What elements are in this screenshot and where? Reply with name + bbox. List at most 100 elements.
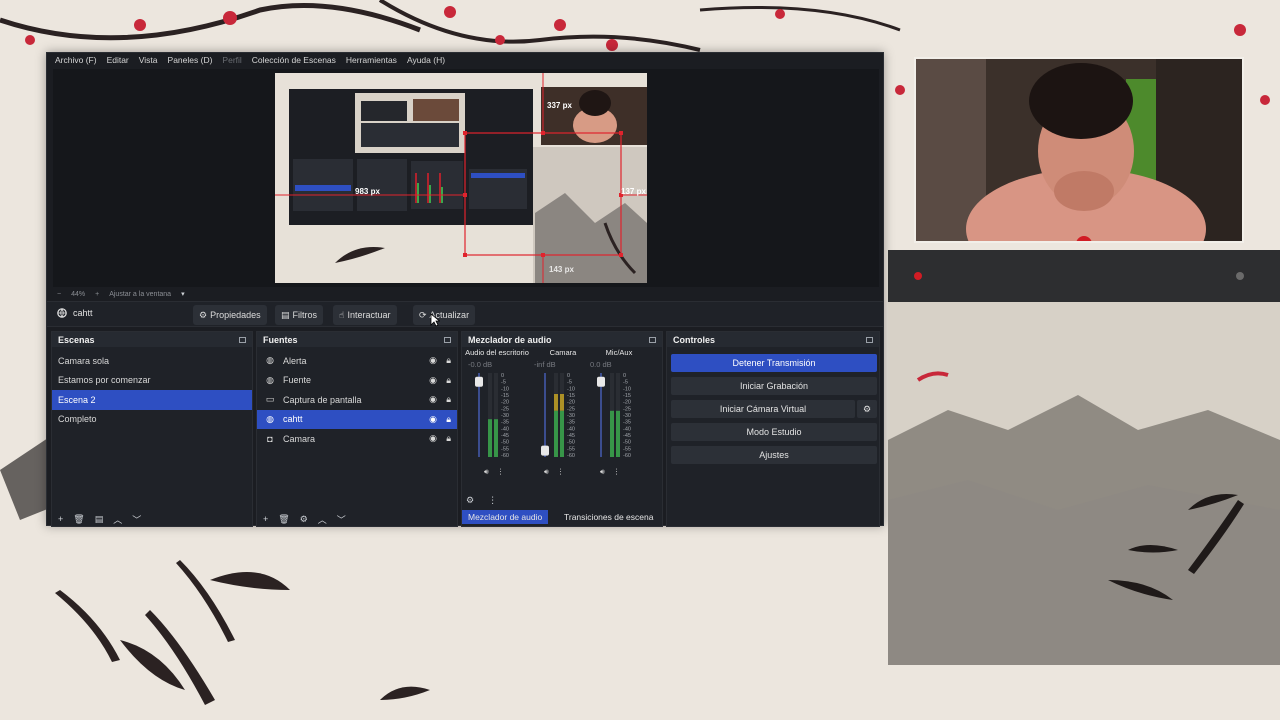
trash-icon[interactable]: 🗑 [278, 514, 289, 525]
meter-scale-label: 0 [567, 373, 570, 379]
scene-item-selected[interactable]: Escena 2 [52, 390, 252, 410]
more-options-icon[interactable]: ⋮ [497, 467, 505, 477]
undock-icon[interactable] [239, 336, 246, 343]
scene-item[interactable]: Camara sola [52, 351, 252, 371]
menu-editar[interactable]: Editar [107, 55, 129, 65]
mouse-cursor-icon [430, 313, 440, 327]
scene-item[interactable]: Completo [52, 410, 252, 430]
undock-icon[interactable] [649, 336, 656, 343]
eye-icon[interactable]: ◉ [429, 414, 437, 425]
menu-vista[interactable]: Vista [139, 55, 158, 65]
volume-meter[interactable]: 0-5-10-15-20-25-30-35-40-45-50-55-60 [586, 369, 652, 461]
source-item[interactable]: ◍ Alerta ◉ 🔒︎ [257, 351, 457, 371]
meter-scale-label: -25 [567, 406, 575, 412]
menu-archivo[interactable]: Archivo (F) [55, 55, 97, 65]
start-virtual-camera-button[interactable]: Iniciar Cámara Virtual [671, 400, 855, 418]
meter-scale-label: 0 [623, 373, 626, 379]
studio-mode-button[interactable]: Modo Estudio [671, 423, 877, 441]
source-toolbar: cahtt ⚙ Propiedades ▤ Filtros ☝ Interact… [47, 301, 883, 327]
sources-header: Fuentes [257, 332, 457, 347]
filters-button[interactable]: ▤ Filtros [275, 305, 324, 325]
meter-scale-label: -60 [501, 453, 509, 459]
tab-scene-transitions[interactable]: Transiciones de escena [558, 510, 659, 524]
zoom-dropdown-icon[interactable]: ▾ [181, 290, 185, 298]
add-icon[interactable]: + [58, 514, 63, 524]
channel-name: Mic/Aux [605, 348, 633, 357]
gear-icon[interactable]: ⚙ [300, 514, 308, 525]
zoom-in-button[interactable]: + [95, 291, 99, 298]
meter-scale-label: -60 [623, 453, 631, 459]
fit-to-window-button[interactable]: Ajustar a la ventana [109, 291, 171, 298]
lock-icon[interactable]: 🔒︎ [446, 375, 451, 386]
add-icon[interactable]: + [263, 514, 268, 524]
browser-icon: ◍ [266, 374, 274, 385]
more-options-icon[interactable]: ⋮ [557, 467, 565, 477]
source-item[interactable]: ◘ Camara ◉ 🔒︎ [257, 429, 457, 449]
speaker-icon[interactable]: 🔊︎ [484, 467, 489, 477]
lock-icon[interactable]: 🔒︎ [446, 414, 451, 425]
filter-icon[interactable]: ▤ [95, 514, 104, 525]
eye-icon[interactable]: ◉ [429, 375, 437, 386]
source-item-selected[interactable]: ◍ cahtt ◉ 🔒︎ [257, 409, 457, 429]
speaker-icon[interactable]: 🔊︎ [544, 467, 549, 477]
lock-icon[interactable]: 🔒︎ [446, 355, 451, 366]
meter-scale-label: -45 [623, 433, 631, 439]
settings-button[interactable]: Ajustes [671, 446, 877, 464]
meter-level [494, 419, 498, 457]
refresh-button[interactable]: ⟳ Actualizar [413, 305, 476, 325]
channel-name: Audio del escritorio [465, 348, 529, 357]
preview-canvas[interactable]: 337 px 983 px 137 px 143 px [275, 73, 647, 283]
meter-scale-label: -20 [567, 400, 575, 406]
chevron-up-icon[interactable]: ︿ [318, 513, 327, 526]
undock-icon[interactable] [866, 336, 873, 343]
distance-label-top: 337 px [547, 101, 572, 110]
eye-icon[interactable]: ◉ [429, 433, 437, 444]
start-recording-button[interactable]: Iniciar Grabación [671, 377, 877, 395]
zoom-out-button[interactable]: − [57, 291, 61, 298]
eye-icon[interactable]: ◉ [429, 355, 437, 366]
more-options-icon[interactable]: ⋮ [488, 495, 497, 506]
menu-herramientas[interactable]: Herramientas [346, 55, 397, 65]
meter-scale-label: -5 [567, 380, 572, 386]
scene-item[interactable]: Estamos por comenzar [52, 371, 252, 391]
chevron-down-icon[interactable]: ﹀ [132, 513, 141, 526]
lock-icon[interactable]: 🔒︎ [446, 433, 451, 444]
menu-paneles[interactable]: Paneles (D) [168, 55, 213, 65]
stop-stream-button[interactable]: Detener Transmisión [671, 354, 877, 372]
distance-label-left: 983 px [355, 187, 380, 196]
filter-icon: ▤ [281, 309, 290, 320]
source-item[interactable]: ◍ Fuente ◉ 🔒︎ [257, 371, 457, 391]
menu-ayuda[interactable]: Ayuda (H) [407, 55, 445, 65]
menu-coleccion-escenas[interactable]: Colección de Escenas [252, 55, 336, 65]
mixer-settings-icon[interactable]: ⚙ [466, 495, 474, 506]
more-options-icon[interactable]: ⋮ [613, 467, 621, 477]
meter-level [554, 410, 558, 457]
controls-title: Controles [673, 334, 716, 345]
meter-scale-label: -40 [501, 426, 509, 432]
interact-button[interactable]: ☝ Interactuar [333, 305, 397, 325]
monitor-icon: ▭ [265, 394, 275, 405]
properties-button[interactable]: ⚙ Propiedades [193, 305, 267, 325]
chevron-down-icon[interactable]: ﹀ [337, 513, 346, 526]
virtual-camera-settings-button[interactable]: ⚙ [857, 400, 877, 418]
meter-scale-label: -50 [501, 440, 509, 446]
meter-level [554, 394, 558, 411]
meter-scale-label: -35 [501, 420, 509, 426]
source-item[interactable]: ▭ Captura de pantalla ◉ 🔒︎ [257, 390, 457, 410]
lock-icon[interactable]: 🔒︎ [446, 394, 451, 405]
speaker-icon[interactable]: 🔊︎ [600, 467, 605, 477]
chevron-up-icon[interactable]: ︿ [113, 513, 122, 526]
undock-icon[interactable] [444, 336, 451, 343]
meter-scale-label: -35 [567, 420, 575, 426]
meter-scale-label: -10 [501, 386, 509, 392]
menu-perfil[interactable]: Perfil [222, 55, 241, 65]
tab-audio-mixer[interactable]: Mezclador de audio [462, 510, 549, 524]
menu-bar: Archivo (F) Editar Vista Paneles (D) Per… [47, 53, 883, 67]
preview-area[interactable]: 337 px 983 px 137 px 143 px [53, 69, 879, 287]
meter-scale-label: -50 [623, 440, 631, 446]
eye-icon[interactable]: ◉ [429, 394, 437, 405]
filters-label: Filtros [292, 310, 318, 320]
volume-meter[interactable]: 0-5-10-15-20-25-30-35-40-45-50-55-60 [464, 369, 530, 461]
trash-icon[interactable]: 🗑 [73, 514, 84, 525]
preview-scene-image [275, 73, 647, 283]
